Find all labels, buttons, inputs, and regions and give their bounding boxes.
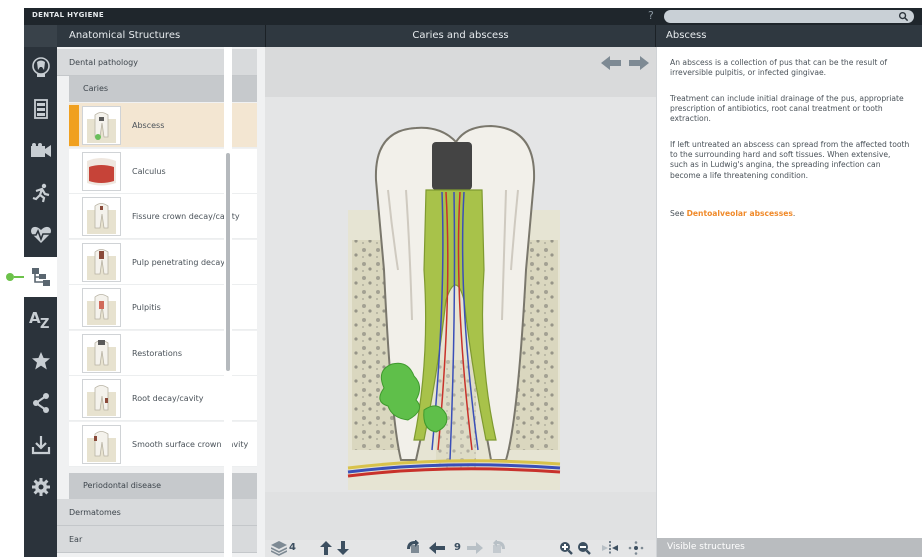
viewer-background-bottom [265, 492, 656, 540]
item-label: Root decay/cavity [132, 394, 204, 403]
dentoalveolar-abscesses-link[interactable]: Dentoalveolar abscesses [687, 209, 793, 218]
app-title: DENTAL HYGIENE [32, 11, 104, 19]
thumbnail [82, 243, 121, 282]
tooth-cross-section [347, 124, 561, 490]
anatomical-structures-header: Anatomical Structures [57, 25, 265, 47]
step-forward-icon[interactable] [467, 542, 483, 554]
item-label: Calculus [132, 167, 166, 176]
viewer-toolbar: 4 9 [265, 540, 656, 557]
viewer-title: Caries and abscess [265, 25, 656, 47]
layer-down-icon[interactable] [337, 541, 349, 555]
thumbnail [82, 379, 121, 418]
book-icon[interactable] [24, 89, 57, 129]
reset-model-icon[interactable] [487, 540, 507, 556]
see-prefix: See [670, 209, 687, 218]
scrollbar-thumb[interactable] [226, 153, 230, 371]
download-icon[interactable] [24, 425, 57, 465]
info-panel: An abscess is a collection of pus that c… [656, 47, 922, 557]
thumbnail [82, 334, 121, 373]
arrow-right-icon [629, 56, 649, 70]
info-paragraph-1: An abscess is a collection of pus that c… [670, 58, 888, 78]
item-label: Pulpitis [132, 303, 161, 312]
zoom-in-icon[interactable] [559, 541, 573, 555]
thumbnail [82, 106, 121, 145]
layer-up-icon[interactable] [320, 541, 332, 555]
cross-section-icon[interactable] [602, 541, 618, 555]
icon-rail: AZ [24, 25, 57, 557]
hierarchy-icon[interactable] [24, 257, 57, 297]
app-window: DENTAL HYGIENE ? AZ Anatomical Structure… [24, 8, 922, 557]
item-label: Abscess [132, 121, 165, 130]
search-input[interactable] [664, 10, 914, 23]
item-label: Pulp penetrating decay [132, 258, 226, 267]
active-indicator-line [14, 276, 24, 278]
step-number: 9 [454, 542, 461, 553]
selection-bar [69, 105, 79, 146]
structure-tree: Dental pathology Caries Abscess Calculus… [57, 47, 265, 557]
info-paragraph-2: Treatment can include initial drainage o… [670, 94, 904, 124]
thumbnail [82, 197, 121, 236]
zoom-out-icon[interactable] [577, 541, 591, 555]
thumbnail [82, 152, 121, 191]
item-label: Restorations [132, 349, 183, 358]
viewer-background-top [265, 47, 656, 97]
step-back-icon[interactable] [429, 542, 445, 554]
info-see-also: See Dentoalveolar abscesses. [670, 209, 910, 219]
star-icon[interactable] [24, 341, 57, 381]
search-icon[interactable] [898, 11, 909, 22]
3d-viewer[interactable]: 4 9 [265, 47, 656, 557]
active-indicator-dot [6, 273, 14, 281]
help-icon[interactable]: ? [648, 9, 654, 22]
az-icon[interactable]: AZ [24, 299, 57, 339]
visible-structures-bar[interactable]: Visible structures [657, 538, 922, 557]
running-man-icon[interactable] [24, 173, 57, 213]
rail-header [24, 25, 57, 47]
thumbnail [82, 425, 121, 464]
heartbeat-icon[interactable] [24, 215, 57, 255]
video-icon[interactable] [24, 131, 57, 171]
info-paragraph-3: If left untreated an abscess can spread … [670, 140, 910, 180]
info-title: Abscess [656, 25, 922, 47]
tooth-icon[interactable] [24, 47, 57, 87]
thumbnail [82, 288, 121, 327]
title-bar: DENTAL HYGIENE ? [24, 8, 922, 25]
gear-icon[interactable] [24, 467, 57, 507]
arrow-left-icon [601, 56, 621, 70]
share-icon[interactable] [24, 383, 57, 423]
layers-count: 4 [289, 542, 296, 553]
tree-scrollbar[interactable] [224, 47, 232, 557]
back-forward-arrows[interactable] [601, 55, 649, 71]
rotate-model-icon[interactable] [405, 540, 425, 556]
svg-text:Z: Z [40, 317, 49, 329]
see-suffix: . [792, 209, 796, 218]
layers-icon[interactable] [271, 541, 287, 556]
explode-view-icon[interactable] [627, 541, 645, 555]
